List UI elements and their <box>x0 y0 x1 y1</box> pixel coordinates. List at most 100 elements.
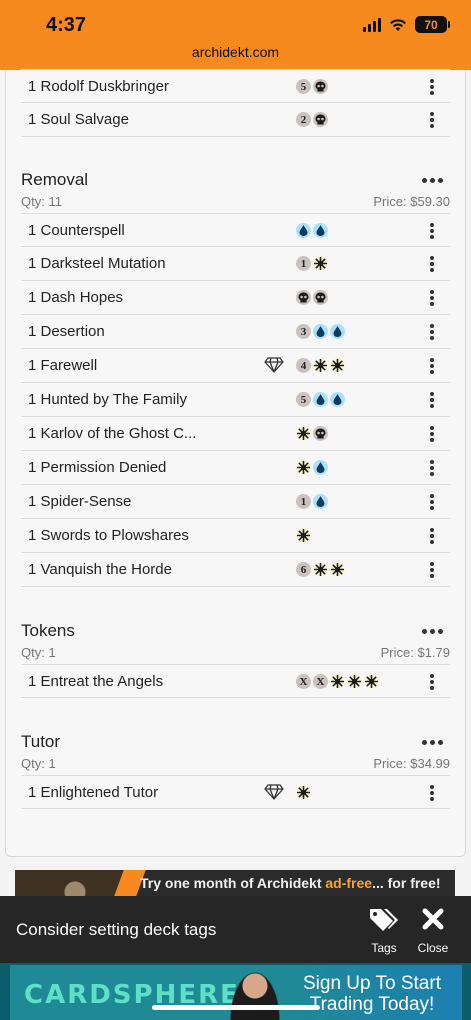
card-menu-icon[interactable] <box>422 492 442 512</box>
mana-generic-symbol: 5 <box>296 79 311 94</box>
card-menu-icon[interactable] <box>422 424 442 444</box>
mana-white-icon <box>347 674 362 689</box>
card-menu-icon[interactable] <box>422 77 442 97</box>
clock: 4:37 <box>46 14 87 36</box>
price-gem-icon[interactable] <box>264 357 284 378</box>
tags-icon <box>370 909 398 931</box>
mana-cost: 3 <box>296 324 345 339</box>
card-name[interactable]: 1 Rodolf Duskbringer <box>28 78 169 95</box>
card-name[interactable]: 1 Hunted by The Family <box>28 391 187 408</box>
card-name[interactable]: 1 Counterspell <box>28 222 125 239</box>
mana-white-icon <box>296 460 311 475</box>
mana-generic-symbol: X <box>313 674 328 689</box>
card-row[interactable]: 1 Entreat the Angels X X <box>21 664 450 698</box>
close-icon <box>422 908 444 930</box>
card-menu-icon[interactable] <box>422 221 442 241</box>
deck-tags-toast: Consider setting deck tags Tags Close <box>0 896 471 963</box>
card-menu-icon[interactable] <box>422 110 442 130</box>
mana-cost: 1 <box>296 256 328 271</box>
category-more-icon[interactable] <box>422 178 443 183</box>
card-menu-icon[interactable] <box>422 356 442 376</box>
card-name[interactable]: 1 Enlightened Tutor <box>28 784 158 801</box>
card-row[interactable]: 1 Karlov of the Ghost C... <box>21 417 450 451</box>
mana-cost: 2 <box>296 112 328 127</box>
card-menu-icon[interactable] <box>422 560 442 580</box>
mana-blue-icon <box>313 223 328 238</box>
mana-black-icon <box>313 290 328 305</box>
card-name[interactable]: 1 Swords to Plowshares <box>28 527 189 544</box>
card-row[interactable]: 1 Hunted by The Family 5 <box>21 383 450 417</box>
mana-cost <box>296 290 328 305</box>
mana-white-icon <box>296 528 311 543</box>
mana-black-icon <box>296 290 311 305</box>
card-row[interactable]: 1 Permission Denied <box>21 451 450 485</box>
card-row[interactable]: 1 Desertion 3 <box>21 315 450 349</box>
ad-text[interactable]: Try one month of Archidekt ad-free... fo… <box>140 875 441 891</box>
card-name[interactable]: 1 Desertion <box>28 323 105 340</box>
card-name[interactable]: 1 Permission Denied <box>28 459 166 476</box>
card-row[interactable]: 1 Spider-Sense 1 <box>21 485 450 519</box>
card-row[interactable]: 1 Swords to Plowshares <box>21 519 450 553</box>
mana-cost: 1 <box>296 494 328 509</box>
card-name[interactable]: 1 Vanquish the Horde <box>28 561 172 578</box>
mana-blue-icon <box>313 460 328 475</box>
card-row[interactable]: 1 Vanquish the Horde 6 <box>21 553 450 587</box>
card-row[interactable]: 1 Darksteel Mutation 1 <box>21 247 450 281</box>
mana-blue-icon <box>330 324 345 339</box>
card-row[interactable]: 1 Rodolf Duskbringer 5 <box>21 69 450 103</box>
category-more-icon[interactable] <box>422 629 443 634</box>
card-name[interactable]: 1 Farewell <box>28 357 97 374</box>
card-row[interactable]: 1 Counterspell <box>21 213 450 247</box>
close-label: Close <box>417 941 449 955</box>
signal-icon <box>363 17 381 32</box>
tags-button[interactable]: Tags <box>361 906 407 955</box>
card-menu-icon[interactable] <box>422 288 442 308</box>
mana-cost <box>296 785 311 800</box>
cardsphere-ad-inner: CARDSPHERE Sign Up To Start Trading Toda… <box>10 965 462 1020</box>
mana-cost <box>296 460 328 475</box>
card-menu-icon[interactable] <box>422 390 442 410</box>
mana-black-icon <box>313 112 328 127</box>
card-menu-icon[interactable] <box>422 783 442 803</box>
card-row[interactable]: 1 Enlightened Tutor <box>21 775 450 809</box>
card-menu-icon[interactable] <box>422 672 442 692</box>
card-name[interactable]: 1 Darksteel Mutation <box>28 255 166 272</box>
mana-white-icon <box>330 358 345 373</box>
mana-cost <box>296 426 328 441</box>
card-row[interactable]: 1 Soul Salvage 2 <box>21 103 450 137</box>
home-indicator <box>152 1005 320 1010</box>
url-bar[interactable]: archidekt.com <box>0 44 471 60</box>
category-more-icon[interactable] <box>422 740 443 745</box>
toast-message: Consider setting deck tags <box>16 920 217 939</box>
card-menu-icon[interactable] <box>422 526 442 546</box>
mana-cost <box>296 223 328 238</box>
card-menu-icon[interactable] <box>422 458 442 478</box>
card-name[interactable]: 1 Entreat the Angels <box>28 673 163 690</box>
mana-generic-symbol: X <box>296 674 311 689</box>
mana-blue-icon <box>296 223 311 238</box>
close-button[interactable]: Close <box>410 906 456 955</box>
category-title: Tokens <box>21 621 75 640</box>
mana-blue-icon <box>313 494 328 509</box>
cardsphere-ad[interactable]: CARDSPHERE Sign Up To Start Trading Toda… <box>0 963 471 1020</box>
card-name[interactable]: 1 Dash Hopes <box>28 289 123 306</box>
category-title: Removal <box>21 170 89 189</box>
card-name[interactable]: 1 Spider-Sense <box>28 493 131 510</box>
category-price: Price: $1.79 <box>380 645 450 660</box>
card-name[interactable]: 1 Soul Salvage <box>28 111 129 128</box>
mana-black-icon <box>313 426 328 441</box>
tags-label: Tags <box>371 941 397 955</box>
card-name[interactable]: 1 Karlov of the Ghost C... <box>28 425 196 442</box>
price-gem-icon[interactable] <box>264 784 284 805</box>
ad-banner[interactable]: Try one month of Archidekt ad-free... fo… <box>15 870 455 896</box>
wifi-icon <box>390 18 406 31</box>
card-row[interactable]: 1 Dash Hopes <box>21 281 450 315</box>
card-row[interactable]: 1 Farewell 4 <box>21 349 450 383</box>
mana-generic-symbol: 4 <box>296 358 311 373</box>
status-icons: 70 <box>363 16 450 33</box>
card-menu-icon[interactable] <box>422 322 442 342</box>
card-menu-icon[interactable] <box>422 254 442 274</box>
mana-blue-icon <box>330 392 345 407</box>
mana-white-icon <box>313 562 328 577</box>
category-qty: Qty: 11 <box>21 194 62 209</box>
